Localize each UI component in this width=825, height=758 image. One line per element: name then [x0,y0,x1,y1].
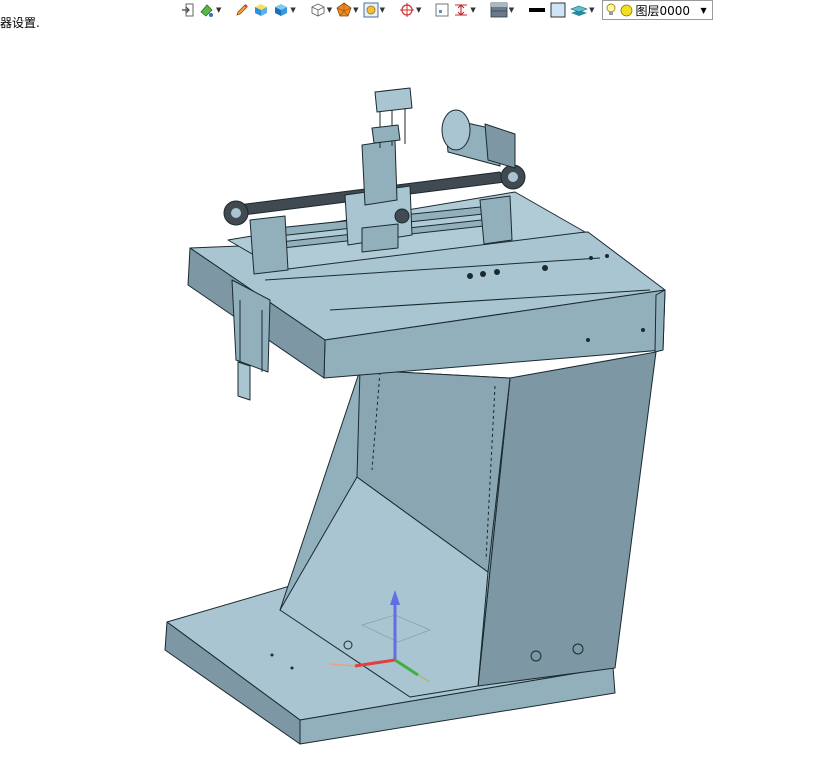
color-button[interactable] [549,0,567,20]
display-dropdown[interactable]: ▼ [509,6,514,14]
target-icon [399,3,414,17]
model-canvas: .e { stroke:#1a2a30; stroke-width:1; str… [164,87,666,745]
layer-status-icon[interactable] [620,4,633,17]
layers-button[interactable]: ▼ [569,0,595,20]
dimension-dropdown[interactable]: ▼ [470,6,475,14]
view-icon [363,2,379,18]
render-button[interactable]: ▼ [335,0,359,20]
lightbulb-icon[interactable] [605,3,617,17]
wire-cube-dropdown[interactable]: ▼ [327,6,332,14]
layer-dropdown-arrow[interactable]: ▼ [698,6,710,15]
line-style-button[interactable] [527,0,547,20]
render-dropdown[interactable]: ▼ [353,6,358,14]
layer-select[interactable]: 图层0000 ▼ [601,0,713,20]
pencil-button[interactable] [234,0,250,20]
view-button[interactable]: ▼ [362,0,386,20]
exit-icon [182,3,194,17]
target-button[interactable]: ▼ [398,0,422,20]
machine-model [164,87,666,745]
wire-cube-button[interactable]: ▼ [309,0,333,20]
paint-icon [200,4,213,17]
render-icon [336,2,352,17]
shade-button[interactable] [252,0,270,20]
3d-viewport[interactable]: .e { stroke:#1a2a30; stroke-width:1; str… [0,40,825,754]
line-icon [529,8,546,12]
wire-cube-icon [311,3,325,17]
status-text: 器设置. [0,16,40,30]
toolbar: ▼ ▼ ▼ ▼ ▼ ▼ ▼ ▼ ▼ 图层0000 ▼ [180,0,713,20]
pencil-icon [236,4,249,16]
solid-cube-icon [275,4,288,16]
dimension-icon [455,4,468,16]
dimension-button[interactable]: ▼ [452,0,476,20]
solid-cube-dropdown[interactable]: ▼ [290,6,295,14]
display-icon [490,2,508,18]
solid-cube-button[interactable]: ▼ [272,0,296,20]
display-button[interactable]: ▼ [489,0,515,20]
target-dropdown[interactable]: ▼ [416,6,421,14]
exit-button[interactable] [180,0,196,20]
layer-name: 图层0000 [635,3,691,18]
view-dropdown[interactable]: ▼ [380,6,385,14]
paint-button[interactable]: ▼ [198,0,222,20]
frame-button[interactable] [434,0,450,20]
paint-dropdown[interactable]: ▼ [216,6,221,14]
frame-icon [435,3,449,17]
layers-icon [570,5,588,16]
shade-icon [255,4,268,16]
layers-dropdown[interactable]: ▼ [589,6,594,14]
color-swatch-icon [550,2,566,18]
